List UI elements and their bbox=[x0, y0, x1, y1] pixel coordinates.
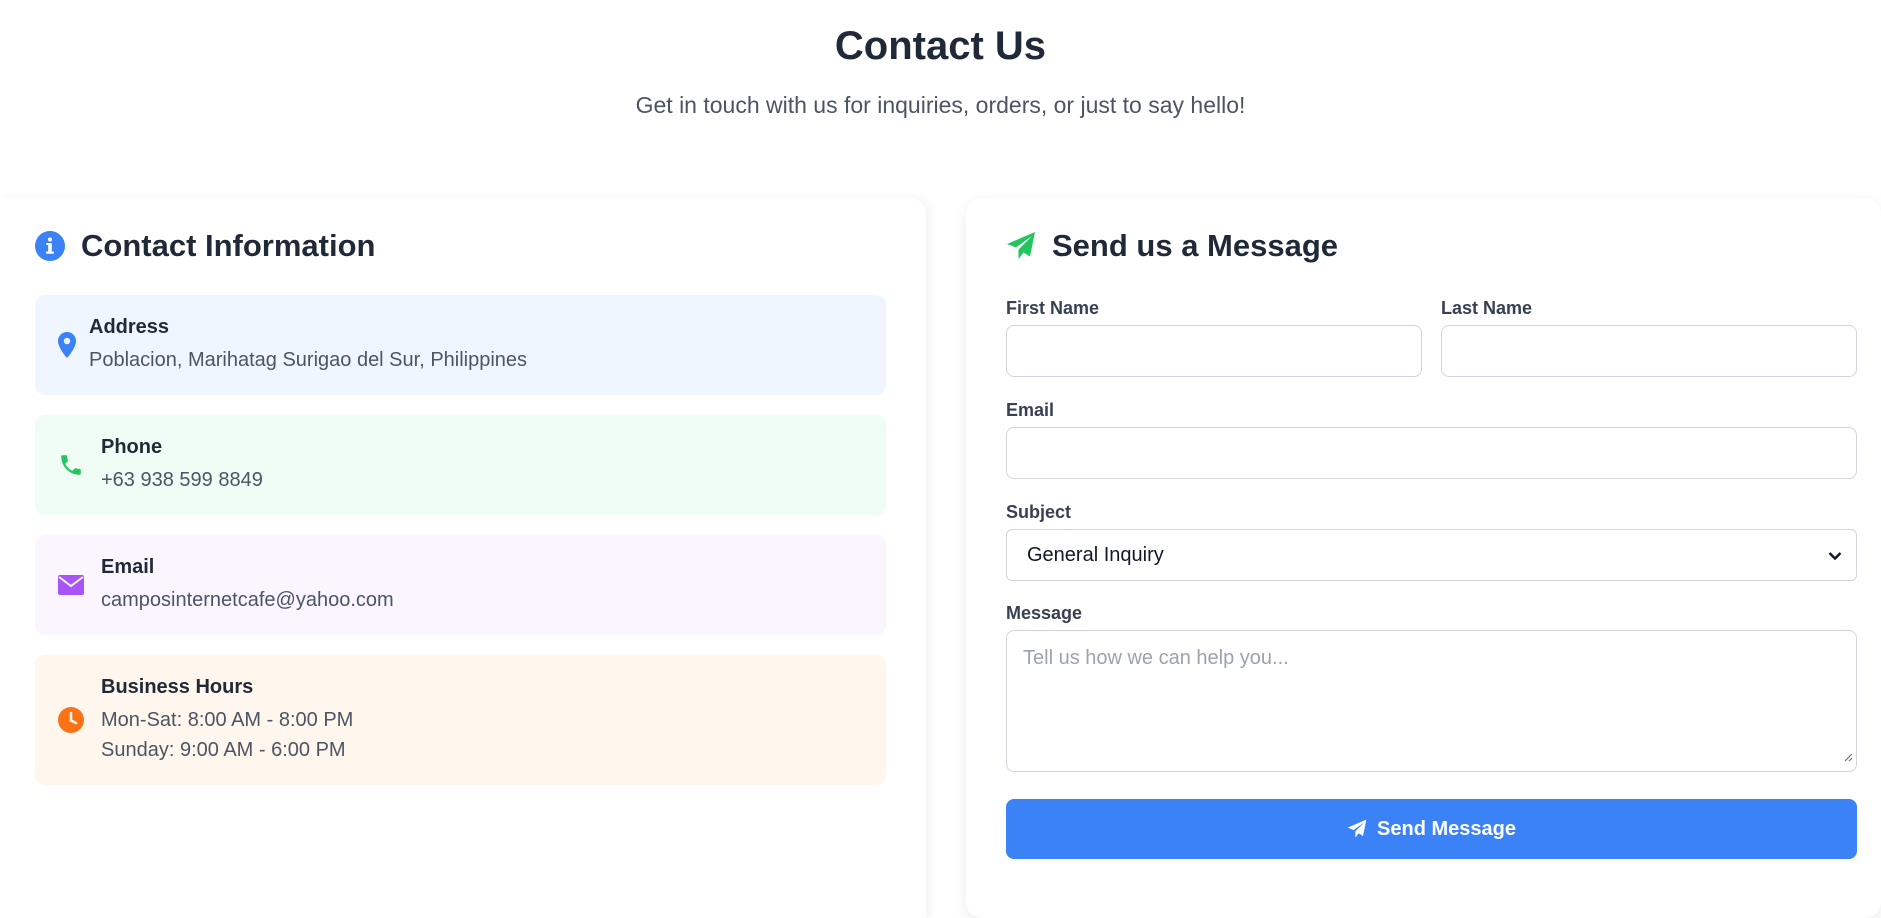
last-name-label: Last Name bbox=[1441, 298, 1533, 318]
phone-icon bbox=[55, 452, 87, 478]
business-hours-sunday: Sunday: 9:00 AM - 6:00 PM bbox=[101, 738, 346, 761]
subject-selected-value: General Inquiry bbox=[1027, 543, 1164, 566]
info-icon bbox=[35, 231, 65, 261]
map-pin-icon bbox=[55, 332, 79, 358]
clock-icon bbox=[55, 707, 87, 733]
message-label: Message bbox=[1006, 603, 1083, 623]
first-name-label: First Name bbox=[1006, 298, 1100, 318]
phone-value: +63 938 599 8849 bbox=[101, 468, 263, 491]
message-placeholder: Tell us how we can help you... bbox=[1023, 647, 1289, 669]
paper-plane-icon bbox=[1006, 231, 1036, 261]
phone-label: Phone bbox=[101, 435, 163, 458]
contact-information-panel: Contact Information Address Poblacion, M… bbox=[0, 198, 926, 918]
business-hours-card: Business Hours Mon-Sat: 8:00 AM - 8:00 P… bbox=[35, 655, 886, 785]
email-card: Email camposinternetcafe@yahoo.com bbox=[35, 535, 886, 635]
message-form-title: Send us a Message bbox=[1052, 228, 1339, 263]
envelope-icon bbox=[55, 575, 87, 595]
first-name-input[interactable] bbox=[1006, 325, 1422, 377]
email-field[interactable] bbox=[1006, 427, 1857, 479]
paper-plane-icon bbox=[1347, 819, 1367, 839]
address-card: Address Poblacion, Marihatag Surigao del… bbox=[35, 295, 886, 395]
contact-information-title: Contact Information bbox=[81, 228, 376, 263]
page-title: Contact Us bbox=[834, 24, 1047, 68]
address-value: Poblacion, Marihatag Surigao del Sur, Ph… bbox=[89, 348, 528, 371]
resize-handle-icon[interactable] bbox=[1843, 745, 1853, 768]
send-message-label: Send Message bbox=[1377, 817, 1516, 840]
address-label: Address bbox=[89, 315, 170, 338]
send-message-button[interactable]: Send Message bbox=[1006, 799, 1857, 859]
message-textarea[interactable]: Tell us how we can help you... bbox=[1006, 630, 1857, 772]
business-hours-weekday: Mon-Sat: 8:00 AM - 8:00 PM bbox=[101, 708, 354, 731]
chevron-down-icon bbox=[1828, 544, 1842, 567]
phone-card: Phone +63 938 599 8849 bbox=[35, 415, 886, 515]
message-form-heading: Send us a Message bbox=[1006, 228, 1338, 264]
email-label: Email bbox=[101, 555, 155, 578]
page-subtitle: Get in touch with us for inquiries, orde… bbox=[635, 92, 1246, 118]
business-hours-label: Business Hours bbox=[101, 675, 254, 698]
email-value: camposinternetcafe@yahoo.com bbox=[101, 588, 394, 611]
contact-information-heading: Contact Information bbox=[35, 228, 376, 264]
last-name-input[interactable] bbox=[1441, 325, 1857, 377]
subject-select[interactable]: General Inquiry bbox=[1006, 529, 1857, 581]
email-field-label: Email bbox=[1006, 400, 1055, 420]
subject-label: Subject bbox=[1006, 502, 1072, 522]
